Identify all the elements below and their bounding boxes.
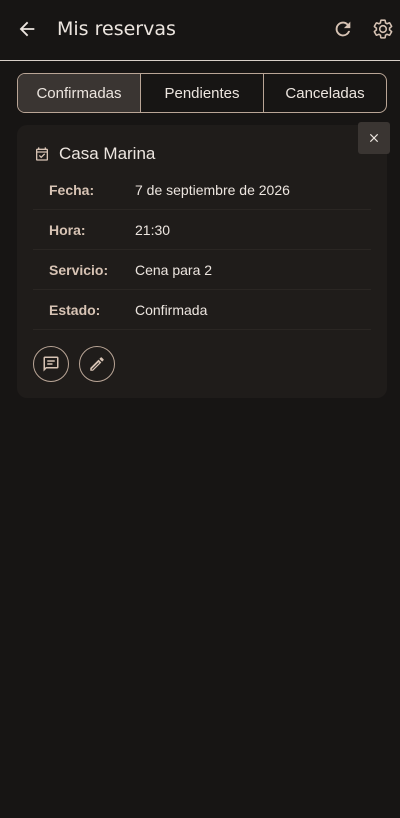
close-icon <box>369 133 379 143</box>
app-bar: Mis reservas <box>0 0 400 61</box>
message-icon <box>43 356 59 372</box>
refresh-icon <box>335 21 351 37</box>
message-button[interactable] <box>33 346 69 382</box>
detail-value: 7 de septiembre de 2026 <box>135 181 290 198</box>
settings-button[interactable] <box>371 17 395 41</box>
edit-button[interactable] <box>79 346 115 382</box>
venue-name: Casa Marina <box>59 144 156 163</box>
detail-row-fecha: Fecha: 7 de septiembre de 2026 <box>33 170 371 210</box>
detail-row-hora: Hora: 21:30 <box>33 210 371 250</box>
detail-row-servicio: Servicio: Cena para 2 <box>33 250 371 290</box>
detail-label: Estado: <box>49 301 101 318</box>
reservation-details: Fecha: 7 de septiembre de 2026 Hora: 21:… <box>33 170 371 330</box>
detail-value: Cena para 2 <box>135 261 213 278</box>
detail-label: Hora: <box>49 221 86 238</box>
reservation-actions <box>33 346 115 382</box>
reservation-header: Casa Marina <box>34 144 155 164</box>
gear-icon <box>373 19 393 39</box>
detail-value: Confirmada <box>135 301 208 318</box>
reservation-status-tabs: Confirmadas Pendientes Canceladas <box>17 73 387 113</box>
detail-label: Servicio: <box>49 261 109 278</box>
detail-row-estado: Estado: Confirmada <box>33 290 371 330</box>
reservation-card: Casa Marina Fecha: 7 de septiembre de 20… <box>17 122 390 398</box>
tab-pendientes[interactable]: Pendientes <box>141 74 264 112</box>
calendar-check-icon <box>36 147 48 161</box>
arrow-left-icon <box>19 21 35 37</box>
tab-canceladas[interactable]: Canceladas <box>264 74 386 112</box>
refresh-button[interactable] <box>331 17 355 41</box>
close-button[interactable] <box>358 122 390 154</box>
back-button[interactable] <box>14 16 40 42</box>
tab-confirmadas[interactable]: Confirmadas <box>18 74 141 112</box>
detail-value: 21:30 <box>135 221 171 238</box>
page-title: Mis reservas <box>57 18 176 40</box>
pencil-icon <box>90 357 104 371</box>
detail-label: Fecha: <box>49 181 95 198</box>
